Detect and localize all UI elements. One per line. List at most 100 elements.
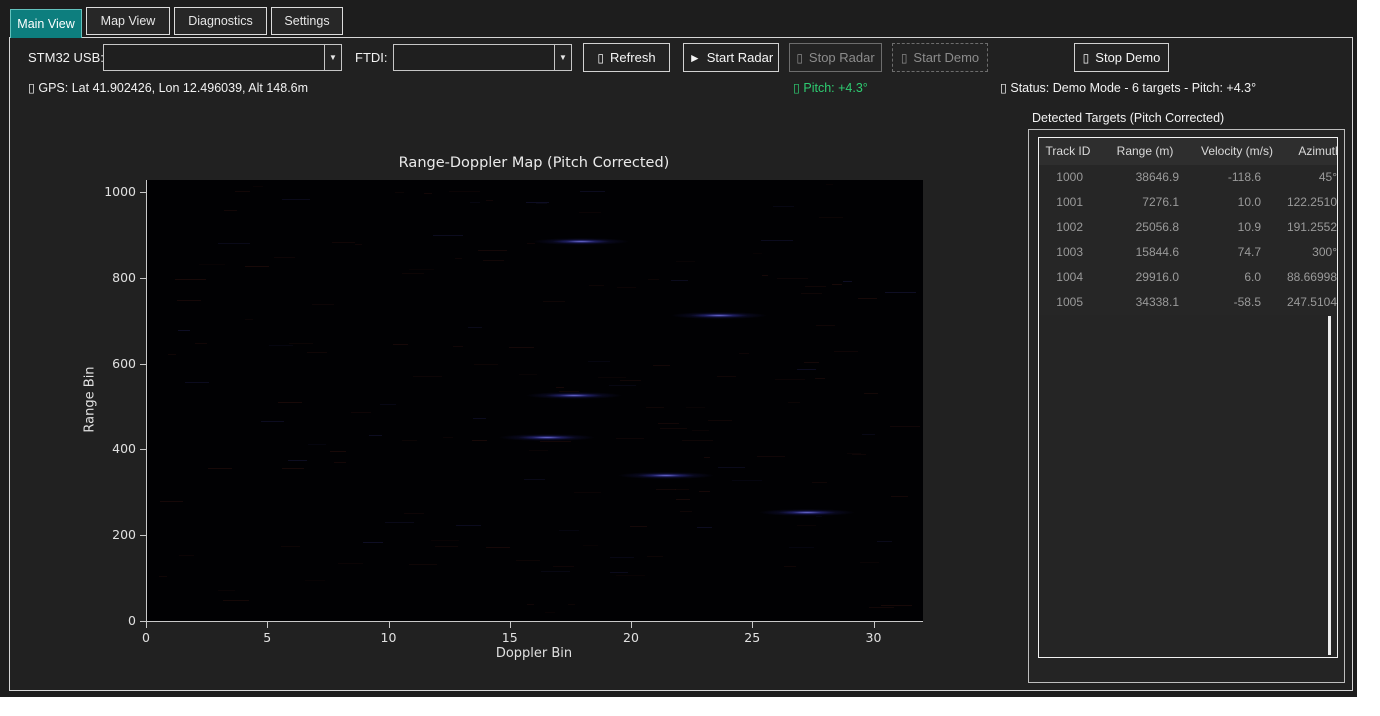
y-tick-mark — [140, 192, 146, 193]
x-tick-mark — [510, 622, 511, 628]
noise-speckle — [777, 278, 808, 279]
table-cell: 1005 — [1039, 290, 1097, 315]
noise-speckle — [443, 437, 453, 438]
noise-speckle — [675, 489, 689, 490]
noise-speckle — [834, 351, 858, 352]
tab-diagnostics[interactable]: Diagnostics — [174, 7, 267, 35]
noise-speckle — [179, 555, 194, 556]
noise-speckle — [289, 343, 314, 344]
table-cell: 88.66998 — [1281, 265, 1338, 290]
y-tick-label: 0 — [96, 613, 136, 628]
table-row[interactable]: 100429916.06.088.66998 — [1039, 265, 1338, 290]
noise-speckle — [470, 202, 480, 203]
noise-speckle — [536, 203, 546, 204]
tab-map-view[interactable]: Map View — [86, 7, 170, 35]
x-tick-label: 30 — [854, 630, 894, 645]
table-cell: 29916.0 — [1097, 265, 1193, 290]
table-cell: 34338.1 — [1097, 290, 1193, 315]
noise-speckle — [393, 344, 408, 345]
target-echo — [499, 434, 595, 441]
noise-speckle — [789, 547, 814, 548]
status-icon: ▯ — [1000, 81, 1007, 95]
noise-speckle — [832, 284, 842, 285]
y-tick-mark — [140, 449, 146, 450]
table-cell: 247.5104 — [1281, 290, 1338, 315]
noise-speckle — [541, 571, 570, 572]
noise-speckle — [579, 212, 601, 213]
noise-speckle — [424, 193, 432, 194]
noise-speckle — [177, 300, 201, 301]
noise-speckle — [676, 261, 696, 262]
x-tick-mark — [389, 622, 390, 628]
chevron-down-icon[interactable]: ▼ — [324, 45, 341, 70]
column-header-azimuth[interactable]: Azimuth — [1281, 138, 1338, 165]
noise-speckle — [281, 546, 300, 547]
table-row[interactable]: 100038646.9-118.645° — [1039, 165, 1338, 190]
tab-main-view[interactable]: Main View — [10, 9, 82, 38]
stop-radar-button-label: Stop Radar — [809, 50, 875, 65]
y-tick-label: 600 — [96, 356, 136, 371]
stop-demo-button[interactable]: ▯ Stop Demo — [1074, 43, 1169, 72]
chevron-down-icon[interactable]: ▼ — [554, 45, 571, 70]
noise-speckle — [660, 428, 687, 429]
table-row[interactable]: 100315844.674.7300° — [1039, 240, 1338, 265]
tab-settings[interactable]: Settings — [271, 7, 343, 35]
targets-table[interactable]: Track ID Range (m) Velocity (m/s) Azimut… — [1038, 137, 1338, 658]
table-cell: 1003 — [1039, 240, 1097, 265]
noise-speckle — [509, 347, 534, 348]
noise-speckle — [583, 545, 598, 546]
noise-speckle — [385, 522, 415, 523]
noise-speckle — [610, 557, 634, 558]
y-tick-label: 1000 — [96, 184, 136, 199]
noise-speckle — [261, 421, 285, 422]
start-radar-button[interactable]: ► Start Radar — [683, 43, 779, 72]
noise-speckle — [630, 526, 647, 527]
stm32-usb-combobox[interactable]: ▼ — [103, 44, 342, 71]
x-tick-mark — [146, 622, 147, 628]
noise-speckle — [245, 266, 269, 267]
column-header-range[interactable]: Range (m) — [1097, 138, 1193, 165]
noise-speckle — [478, 250, 507, 251]
noise-speckle — [773, 206, 794, 207]
noise-speckle — [199, 264, 225, 265]
noise-speckle — [195, 343, 207, 344]
noise-speckle — [409, 564, 437, 565]
table-scrollbar[interactable] — [1328, 316, 1331, 655]
y-tick-label: 200 — [96, 527, 136, 542]
noise-speckle — [305, 580, 325, 581]
table-row[interactable]: 10017276.110.0122.2510 — [1039, 190, 1338, 215]
noise-speckle — [762, 275, 768, 276]
noise-speckle — [559, 530, 579, 531]
noise-speckle — [877, 541, 892, 542]
x-tick-label: 25 — [732, 630, 772, 645]
noise-speckle — [380, 404, 396, 405]
noise-speckle — [433, 235, 464, 236]
noise-speckle — [540, 441, 571, 442]
noise-speckle — [852, 454, 866, 455]
start-radar-button-label: Start Radar — [707, 50, 773, 65]
pitch-indicator: ▯ Pitch: +4.3° — [793, 80, 868, 95]
table-row[interactable]: 100225056.810.9191.2552 — [1039, 215, 1338, 240]
noise-speckle — [185, 382, 209, 383]
table-row[interactable]: 100534338.1-58.5247.5104 — [1039, 290, 1338, 315]
y-tick-label: 800 — [96, 270, 136, 285]
refresh-button[interactable]: ▯ Refresh — [583, 43, 670, 72]
target-echo — [759, 509, 855, 516]
noise-speckle — [864, 393, 877, 394]
noise-speckle — [472, 440, 487, 441]
column-header-track-id[interactable]: Track ID — [1039, 138, 1097, 165]
ftdi-combobox[interactable]: ▼ — [393, 44, 572, 71]
app-screen: Main View Map View Diagnostics Settings … — [0, 0, 1380, 716]
column-header-velocity[interactable]: Velocity (m/s) — [1193, 138, 1281, 165]
noise-speckle — [797, 525, 816, 526]
noise-speckle — [288, 460, 307, 461]
noise-speckle — [676, 499, 689, 500]
table-header-row[interactable]: Track ID Range (m) Velocity (m/s) Azimut… — [1039, 138, 1338, 165]
noise-speckle — [218, 590, 235, 591]
x-tick-mark — [267, 622, 268, 628]
noise-speckle — [543, 301, 565, 302]
noise-speckle — [671, 280, 688, 281]
noise-speckle — [278, 402, 302, 403]
noise-speckle — [588, 361, 609, 362]
noise-speckle — [404, 513, 424, 514]
